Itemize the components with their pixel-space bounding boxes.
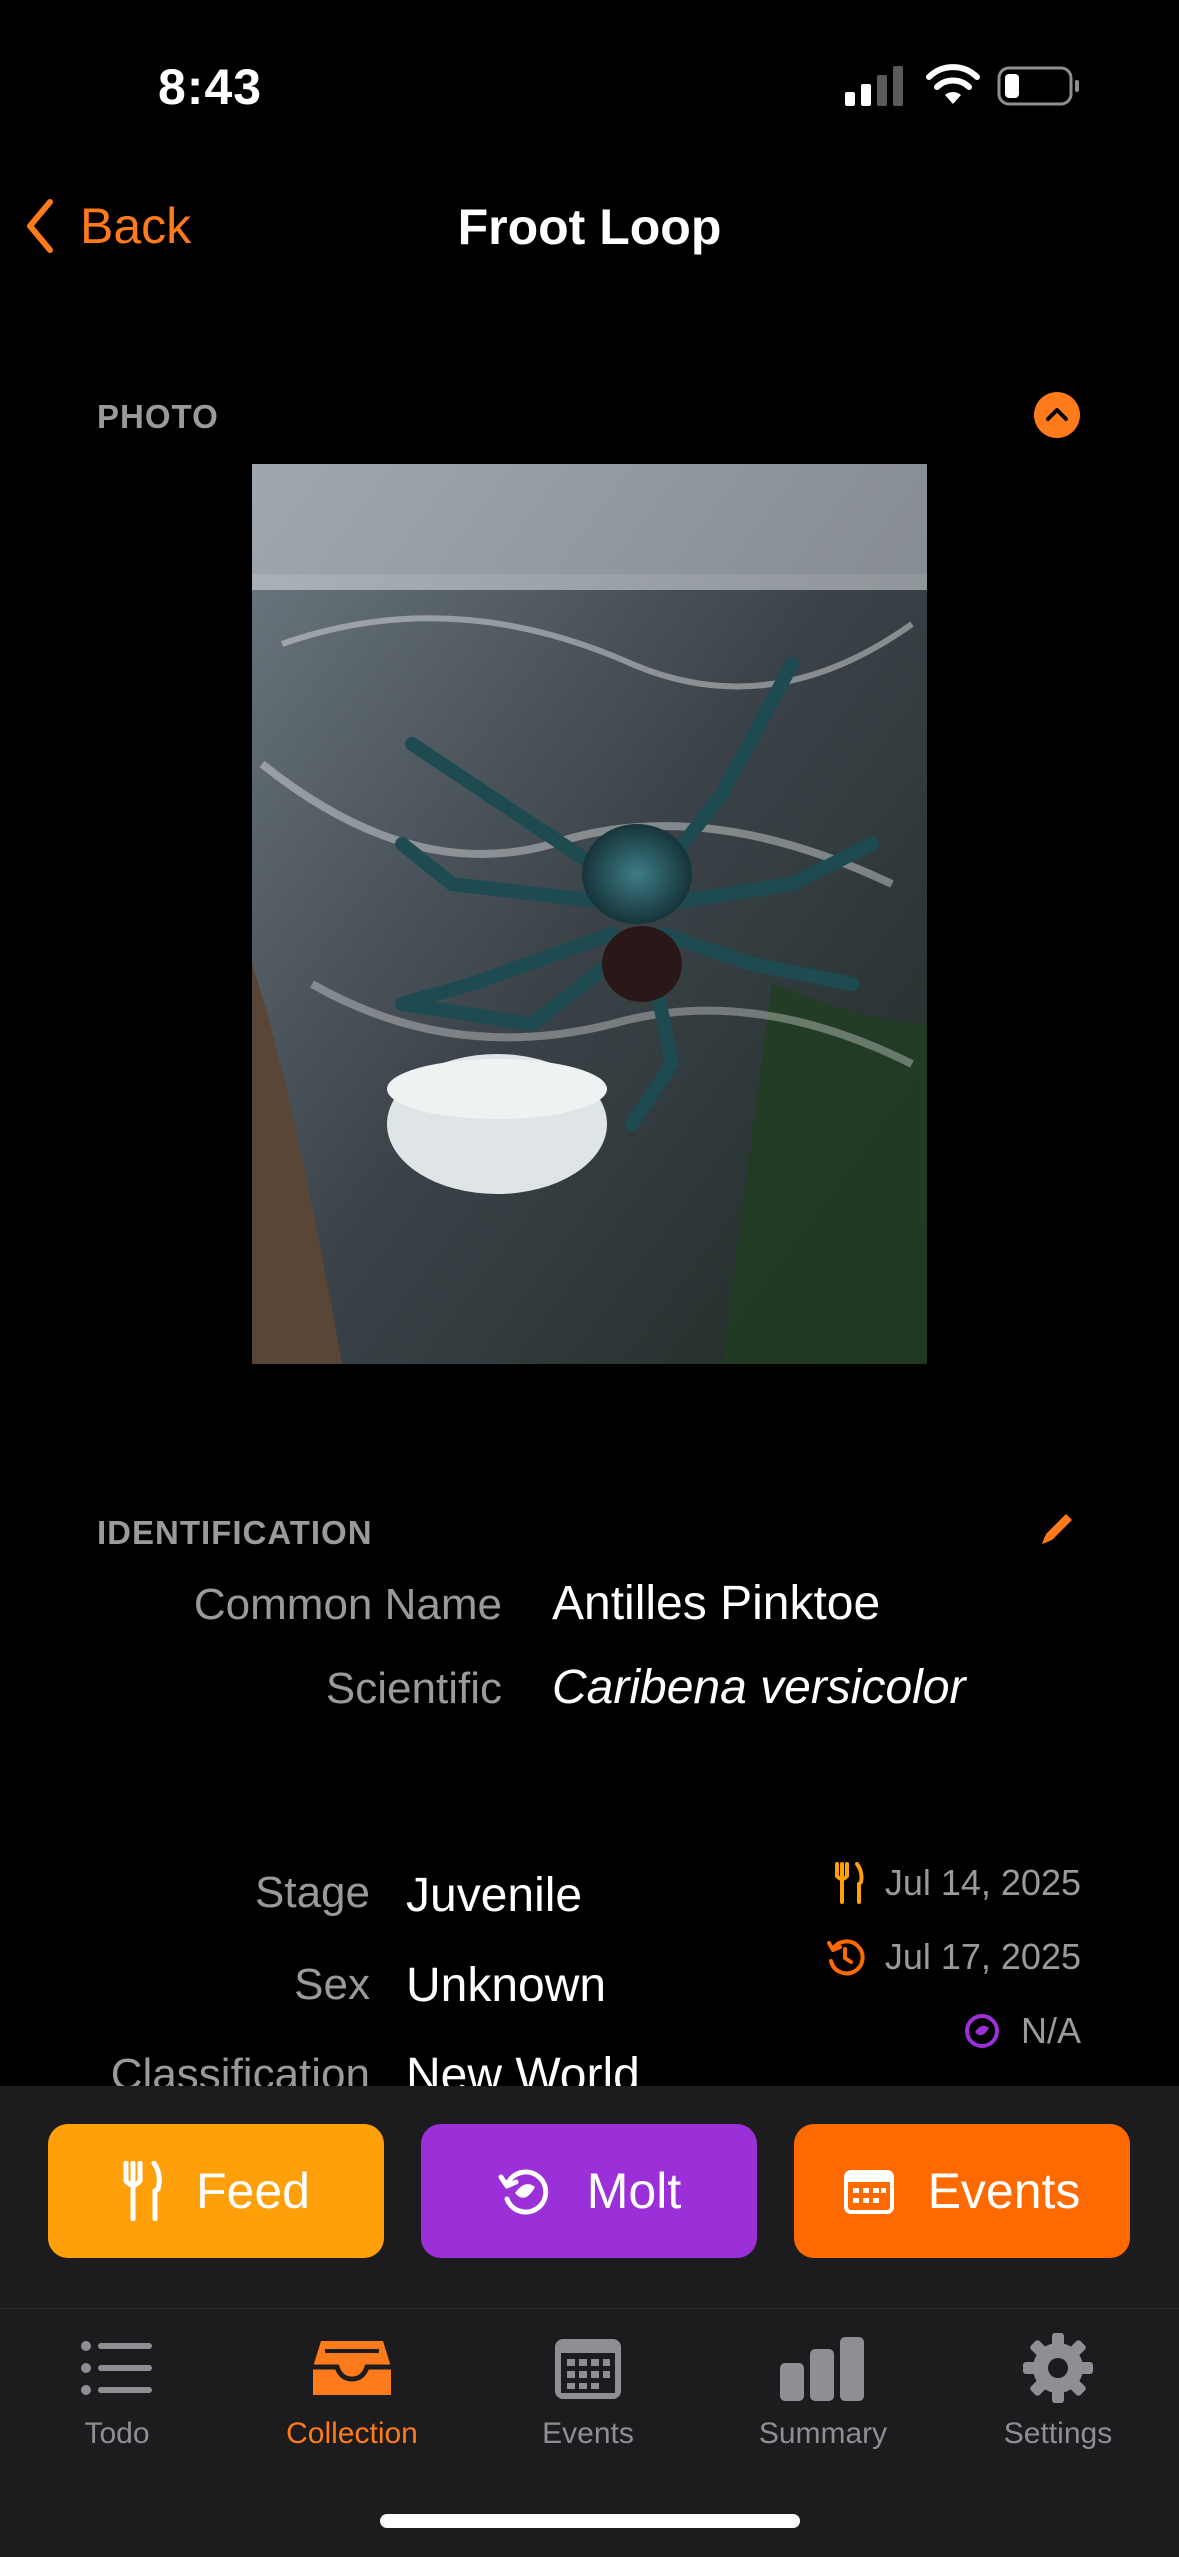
last-molt-date: N/A [1020, 2010, 1081, 2051]
tab-todo[interactable]: Todo [7, 2331, 227, 2451]
tab-settings-label: Settings [1003, 2417, 1113, 2450]
molt-cycle-icon [964, 2014, 999, 2048]
history-clock-icon [826, 1939, 865, 1976]
battery-icon [997, 66, 1079, 106]
chevron-up-icon [1046, 408, 1068, 421]
last-molt-row: N/A [963, 2010, 1081, 2052]
common-name-label: Common Name [193, 1580, 502, 1629]
edit-pencil-icon[interactable] [1036, 1506, 1080, 1550]
last-event-row: Jul 17, 2025 [825, 1936, 1081, 1978]
molt-button[interactable]: Molt [421, 2124, 757, 2258]
tab-todo-label: Todo [84, 2417, 150, 2450]
scientific-value: Caribena versicolor [552, 1661, 966, 1714]
status-time: 8:43 [158, 59, 263, 115]
calendar-icon [555, 2339, 621, 2399]
tab-settings[interactable]: Settings [948, 2331, 1168, 2451]
tab-summary[interactable]: Summary [713, 2331, 933, 2451]
home-indicator[interactable] [380, 2514, 800, 2528]
stage-value: Juvenile [406, 1869, 583, 1922]
stage-label: Stage [255, 1868, 370, 1917]
sex-label: Sex [294, 1960, 370, 2009]
tray-icon [313, 2341, 391, 2395]
tab-collection[interactable]: Collection [242, 2331, 462, 2451]
action-bar: Feed Molt Events [0, 2086, 1179, 2308]
collapse-photo-button[interactable] [1034, 392, 1080, 438]
feed-button-label: Feed [196, 2163, 310, 2219]
page-title: Froot Loop [457, 199, 722, 255]
calendar-icon [843, 2170, 894, 2214]
bar-chart-icon [780, 2337, 864, 2401]
fork-knife-icon [834, 1862, 864, 1904]
wifi-icon [926, 64, 980, 104]
gear-icon [1023, 2333, 1093, 2403]
photo-section-label: PHOTO [97, 398, 219, 435]
molt-button-label: Molt [586, 2163, 682, 2219]
identification-section-label: IDENTIFICATION [97, 1514, 373, 1551]
common-name-value: Antilles Pinktoe [552, 1577, 881, 1630]
scientific-label: Scientific [325, 1664, 502, 1713]
last-fed-row: Jul 14, 2025 [833, 1862, 1081, 1904]
fork-knife-icon [123, 2161, 162, 2221]
tab-summary-label: Summary [758, 2417, 888, 2450]
events-button-label: Events [927, 2163, 1081, 2219]
tab-collection-label: Collection [286, 2417, 418, 2450]
tab-events[interactable]: Events [478, 2331, 698, 2451]
list-icon [81, 2341, 152, 2395]
sex-value: Unknown [406, 1959, 607, 2012]
last-fed-date: Jul 14, 2025 [884, 1862, 1081, 1903]
cellular-signal-icon [845, 66, 903, 106]
feed-button[interactable]: Feed [48, 2124, 384, 2258]
tab-events-label: Events [542, 2417, 634, 2450]
molt-cycle-icon [498, 2169, 548, 2215]
last-event-date: Jul 17, 2025 [884, 1936, 1081, 1977]
events-button[interactable]: Events [794, 2124, 1130, 2258]
tarantula-photo[interactable] [252, 464, 927, 1364]
